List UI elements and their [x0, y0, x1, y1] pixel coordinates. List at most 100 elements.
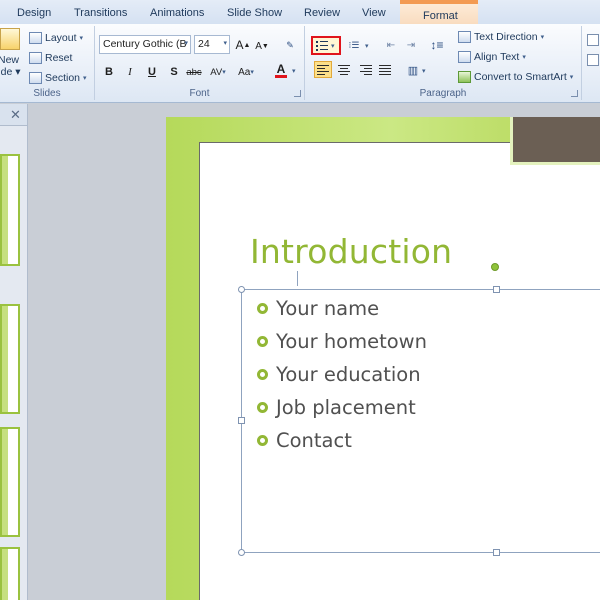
slide-thumbnail[interactable]	[0, 547, 20, 600]
font-size-value: 24	[198, 38, 210, 50]
bullet-marker-icon	[257, 369, 268, 380]
italic-button[interactable]: I	[122, 63, 138, 81]
paragraph-dialog-launcher-icon[interactable]	[571, 90, 578, 97]
chevron-down-icon: ▾	[569, 74, 574, 81]
tab-format[interactable]: Format	[423, 10, 458, 22]
resize-handle-bottom[interactable]	[493, 549, 500, 556]
align-right-button[interactable]	[356, 61, 374, 78]
bullets-icon	[316, 40, 328, 51]
text-direction-label: Text Direction	[474, 31, 538, 43]
thumbnail-panel-header: ✕	[0, 104, 27, 126]
increase-indent-icon[interactable]: ⇥	[403, 36, 419, 54]
tab-slide-show[interactable]: Slide Show	[227, 7, 282, 19]
numbering-icon: ⁝☰	[348, 39, 360, 50]
convert-smartart-button[interactable]: Convert to SmartArt ▾	[458, 71, 573, 83]
thumbnail-accent-bar	[2, 549, 8, 600]
chevron-down-icon[interactable]: ▾	[184, 39, 188, 47]
bullet-text: Your hometown	[276, 330, 427, 353]
justify-button[interactable]	[377, 61, 395, 78]
list-item[interactable]: Job placement	[256, 394, 427, 427]
bullet-text: Your education	[276, 363, 421, 386]
rotation-handle[interactable]	[491, 263, 499, 271]
section-label: Section	[45, 72, 81, 84]
font-size-combo[interactable]: 24 ▾	[194, 35, 230, 54]
font-color-swatch	[275, 74, 287, 78]
font-color-label: A	[276, 61, 286, 76]
bold-button[interactable]: B	[101, 63, 117, 81]
new-slide-button[interactable]: New lide ▾	[0, 28, 21, 78]
resize-handle-left[interactable]	[238, 417, 245, 424]
slide-thumbnail[interactable]	[0, 427, 20, 537]
shape-icon[interactable]	[587, 34, 599, 46]
font-dialog-launcher-icon[interactable]	[294, 90, 301, 97]
list-item[interactable]: Your name	[256, 295, 427, 328]
chevron-down-icon: ▾	[331, 42, 335, 50]
layout-icon	[29, 32, 42, 44]
character-spacing-label: AV	[210, 66, 223, 78]
columns-icon[interactable]: ▥	[405, 61, 421, 79]
change-case-button[interactable]: Aa ▾	[238, 63, 254, 81]
font-color-button[interactable]: A	[273, 61, 289, 79]
tab-design[interactable]: Design	[17, 7, 51, 19]
character-spacing-button[interactable]: AV ▾	[210, 63, 226, 81]
smartart-icon	[458, 71, 471, 83]
align-text-icon	[458, 51, 471, 63]
line-spacing-icon[interactable]: ↕≡	[429, 36, 445, 54]
reset-icon	[29, 52, 42, 64]
bullet-marker-icon	[257, 336, 268, 347]
slides-group-label: Slides	[33, 88, 61, 99]
tab-review[interactable]: Review	[304, 7, 340, 19]
chevron-down-icon[interactable]: ▾	[223, 39, 227, 47]
align-left-button[interactable]	[314, 61, 332, 78]
decrease-indent-icon[interactable]: ⇤	[383, 36, 399, 54]
resize-handle-top-left[interactable]	[238, 286, 245, 293]
reset-button[interactable]: Reset	[29, 52, 72, 64]
chevron-down-icon: ▾	[540, 34, 545, 41]
slide-thumbnail[interactable]	[0, 154, 20, 266]
underline-button[interactable]: U	[144, 63, 160, 81]
chevron-down-icon: ▾	[522, 54, 526, 61]
thumbnail-accent-bar	[2, 429, 8, 535]
font-name-value: Century Gothic (B	[103, 38, 187, 50]
align-center-button[interactable]	[335, 61, 353, 78]
shape-icon[interactable]	[587, 54, 599, 66]
paragraph-group: ▾ ⁝☰ ▾ ⇤ ⇥ ↕≡ ▥ ▾ Text Direction ▾ Align…	[305, 26, 582, 100]
slide-title[interactable]: Introduction	[250, 232, 452, 271]
tab-view[interactable]: View	[362, 7, 386, 19]
slide-dark-decoration	[510, 117, 600, 165]
section-button[interactable]: Section ▾	[29, 72, 87, 84]
tab-animations[interactable]: Animations	[150, 7, 204, 19]
resize-handle-top[interactable]	[493, 286, 500, 293]
chevron-down-icon[interactable]: ▾	[422, 67, 426, 75]
close-icon[interactable]: ✕	[10, 107, 21, 123]
section-icon	[29, 72, 42, 84]
bullets-button[interactable]: ▾	[311, 36, 341, 55]
align-text-label: Align Text	[474, 51, 520, 63]
rotation-handle-stem	[297, 271, 298, 286]
list-item[interactable]: Contact	[256, 427, 427, 460]
tab-transitions[interactable]: Transitions	[74, 7, 127, 19]
ribbon-tab-bar: Design Transitions Animations Slide Show…	[0, 0, 600, 24]
numbering-button[interactable]: ⁝☰	[343, 36, 365, 54]
chevron-down-icon[interactable]: ▾	[365, 42, 369, 50]
tab-format-container: Format	[400, 0, 478, 24]
chevron-down-icon[interactable]: ▾	[292, 67, 296, 75]
new-slide-icon	[0, 28, 20, 50]
strikethrough-button[interactable]: abc	[186, 63, 202, 81]
resize-handle-bottom-left[interactable]	[238, 549, 245, 556]
slide-thumbnail[interactable]	[0, 304, 20, 414]
list-item[interactable]: Your education	[256, 361, 427, 394]
grow-font-button[interactable]: A ▲	[235, 36, 251, 54]
shrink-font-button[interactable]: A ▼	[254, 37, 270, 55]
layout-button[interactable]: Layout ▾	[29, 32, 83, 44]
bullet-marker-icon	[257, 435, 268, 446]
drawing-group-partial	[583, 26, 600, 100]
list-item[interactable]: Your hometown	[256, 328, 427, 361]
shadow-button[interactable]: S	[166, 63, 182, 81]
text-direction-button[interactable]: Text Direction ▾	[458, 31, 544, 43]
font-name-combo[interactable]: Century Gothic (B ▾	[99, 35, 191, 54]
align-text-button[interactable]: Align Text ▾	[458, 51, 526, 63]
slides-group: New lide ▾ Layout ▾ Reset Section ▾ Slid…	[0, 26, 95, 100]
thumbnail-accent-bar	[2, 306, 8, 412]
clear-formatting-icon[interactable]: ✎	[281, 36, 299, 54]
